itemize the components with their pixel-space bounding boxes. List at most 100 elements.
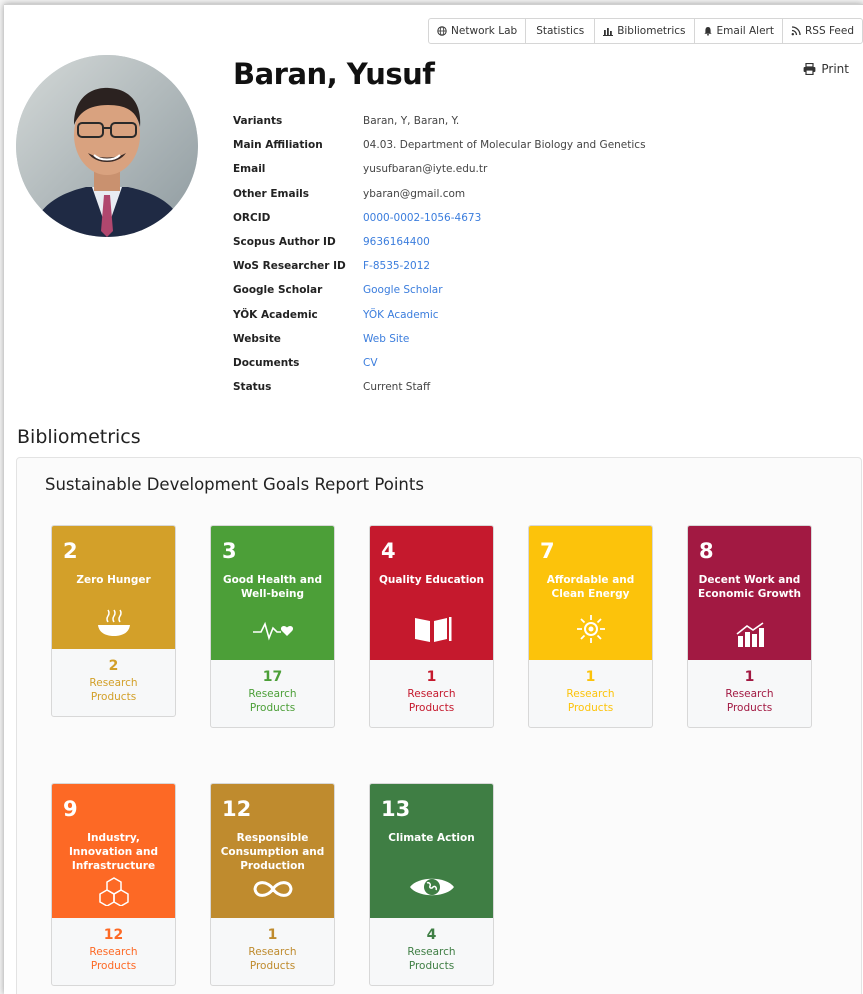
research-products-label: Research Products — [89, 946, 138, 972]
sdg-tile: 4 Quality Education — [370, 526, 493, 660]
sdg-number: 2 — [63, 539, 78, 563]
wos-link[interactable]: F-8535-2012 — [363, 260, 430, 272]
sdg-tile: 13 Climate Action — [370, 784, 493, 918]
other-emails-row: Other Emails ybaran@gmail.com — [233, 182, 646, 206]
scopus-label: Scopus Author ID — [233, 236, 336, 249]
email-value: yusufbaran@iyte.edu.tr — [363, 163, 488, 176]
variants-label: Variants — [233, 115, 283, 128]
scopus-row: Scopus Author ID 9636164400 — [233, 230, 646, 254]
sdg-tile: 12 Responsible Consumption and Productio… — [211, 784, 334, 918]
sdg-title: Quality Education — [379, 574, 484, 586]
research-products-label: Research Products — [248, 946, 297, 972]
orcid-label: ORCID — [233, 211, 271, 224]
profile-details: Variants Baran, Y, Baran, Y. Main Affili… — [233, 109, 646, 399]
research-count: 4 — [426, 927, 437, 943]
sdg-card-8[interactable]: 8 Decent Work and Economic Growth 1 Rese… — [687, 525, 812, 728]
research-products-label: Research Products — [407, 688, 456, 714]
author-photo — [16, 55, 198, 237]
bibliometrics-label: Bibliometrics — [617, 25, 686, 37]
documents-row: Documents CV — [233, 351, 646, 375]
sdg-number: 3 — [222, 539, 237, 563]
research-count: 2 — [108, 658, 119, 674]
sdg-panel-title: Sustainable Development Goals Report Poi… — [45, 475, 424, 494]
rss-feed-button[interactable]: RSS Feed — [781, 19, 862, 43]
email-alert-button[interactable]: Email Alert — [693, 19, 782, 43]
google-scholar-link[interactable]: Google Scholar — [363, 284, 443, 296]
sdg-card-12[interactable]: 12 Responsible Consumption and Productio… — [210, 783, 335, 986]
sdg-card-4[interactable]: 4 Quality Education 1 Research Products — [369, 525, 494, 728]
bibliometrics-button[interactable]: Bibliometrics — [594, 19, 693, 43]
sdg-card-13[interactable]: 13 Climate Action 4 Research Products — [369, 783, 494, 986]
status-row: Status Current Staff — [233, 375, 646, 399]
main-affiliation-row: Main Affiliation 04.03. Department of Mo… — [233, 133, 646, 157]
bell-icon — [703, 27, 712, 36]
sdg-title: Responsible Consumption and Production — [220, 832, 325, 872]
research-products-label: Research Products — [566, 688, 615, 714]
research-products-label: Research Products — [407, 946, 456, 972]
yok-academic-link[interactable]: YÖK Academic — [363, 309, 439, 321]
sdg-title: Climate Action — [388, 832, 475, 844]
sdg-number: 9 — [63, 797, 78, 821]
main-affiliation-value: 04.03. Department of Molecular Biology a… — [363, 139, 646, 152]
author-profile-page: Network Lab Statistics Bibliometrics Ema… — [4, 4, 863, 994]
google-scholar-label: Google Scholar — [233, 284, 323, 297]
website-link[interactable]: Web Site — [363, 333, 409, 345]
rss-feed-label: RSS Feed — [804, 25, 854, 37]
research-products-label: Research Products — [248, 688, 297, 714]
orcid-row: ORCID 0000-0002-1056-4673 — [233, 206, 646, 230]
wos-row: WoS Researcher ID F-8535-2012 — [233, 254, 646, 278]
main-affiliation-label: Main Affiliation — [233, 139, 323, 152]
sdg-tile: 3 Good Health and Well-being — [211, 526, 334, 660]
google-scholar-row: Google Scholar Google Scholar — [233, 278, 646, 302]
other-emails-label: Other Emails — [233, 187, 310, 200]
email-row: Email yusufbaran@iyte.edu.tr — [233, 157, 646, 181]
sdg-card-3[interactable]: 3 Good Health and Well-being 17 Research… — [210, 525, 335, 728]
variants-row: Variants Baran, Y, Baran, Y. — [233, 109, 646, 133]
research-count: 17 — [262, 669, 283, 685]
research-count: 12 — [103, 927, 124, 943]
scopus-link[interactable]: 9636164400 — [363, 236, 430, 248]
sdg-tile: 7 Affordable and Clean Energy — [529, 526, 652, 660]
sdg-title: Decent Work and Economic Growth — [698, 574, 801, 600]
sdg-card-2[interactable]: 2 Zero Hunger 2 Research Products — [51, 525, 176, 717]
bar-chart-icon — [603, 28, 614, 36]
research-count: 1 — [585, 669, 596, 685]
eye-globe-icon — [409, 878, 454, 896]
sdg-tile: 9 Industry, Innovation and Infrastructur… — [52, 784, 175, 918]
book-icon — [414, 617, 451, 642]
sdg-title: Industry, Innovation and Infrastructure — [68, 832, 159, 872]
sdg-card-7[interactable]: 7 Affordable and Clean Energy 1 Research… — [528, 525, 653, 728]
print-button[interactable]: Print — [803, 62, 849, 76]
print-label: Print — [821, 62, 849, 76]
network-lab-label: Network Lab — [451, 25, 518, 37]
research-count: 1 — [426, 669, 437, 685]
yok-academic-row: YÖK Academic YÖK Academic — [233, 303, 646, 327]
wos-label: WoS Researcher ID — [233, 260, 346, 273]
growth-chart-icon — [736, 622, 764, 647]
infinity-icon — [252, 881, 293, 897]
cubes-icon — [98, 877, 129, 906]
sdg-number: 12 — [222, 797, 252, 821]
sdg-number: 4 — [381, 539, 396, 563]
globe-icon — [437, 26, 447, 36]
author-name: Baran, Yusuf — [233, 57, 435, 91]
sdg-number: 13 — [381, 797, 411, 821]
documents-label: Documents — [233, 356, 300, 369]
research-count: 1 — [744, 669, 755, 685]
orcid-link[interactable]: 0000-0002-1056-4673 — [363, 212, 481, 224]
network-lab-button[interactable]: Network Lab — [429, 19, 525, 43]
cv-link[interactable]: CV — [363, 357, 378, 369]
sdg-number: 8 — [699, 539, 714, 563]
sdg-tile: 8 Decent Work and Economic Growth — [688, 526, 811, 660]
sdg-panel: Sustainable Development Goals Report Poi… — [16, 457, 862, 994]
statistics-button[interactable]: Statistics — [525, 19, 594, 43]
heartbeat-icon — [252, 621, 293, 641]
sdg-card-9[interactable]: 9 Industry, Innovation and Infrastructur… — [51, 783, 176, 986]
status-value: Current Staff — [363, 381, 431, 394]
sdg-title: Affordable and Clean Energy — [546, 574, 635, 600]
statistics-label: Statistics — [536, 25, 585, 37]
bibliometrics-heading: Bibliometrics — [17, 426, 141, 448]
profile-toolbar: Network Lab Statistics Bibliometrics Ema… — [428, 18, 863, 44]
research-products-label: Research Products — [89, 677, 138, 703]
sdg-tile: 2 Zero Hunger — [52, 526, 175, 649]
